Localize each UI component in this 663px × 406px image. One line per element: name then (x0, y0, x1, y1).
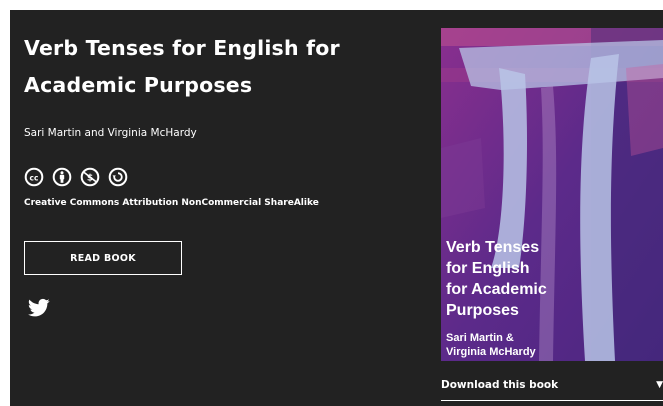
license-text: Creative Commons Attribution NonCommerci… (24, 198, 319, 208)
noncommercial-icon: $ (80, 167, 100, 187)
read-book-button[interactable]: READ BOOK (24, 241, 182, 275)
twitter-icon[interactable] (28, 298, 50, 318)
download-label: Download this book (441, 379, 559, 391)
book-authors: Sari Martin and Virginia McHardy (24, 127, 197, 139)
attribution-icon (52, 167, 72, 187)
book-cover: Verb Tenses for English for Academic Pur… (441, 28, 663, 361)
chevron-down-icon: ▼ (656, 380, 663, 390)
license-icons: cc $ (24, 167, 128, 187)
cover-authors: Sari Martin & Virginia McHardy (446, 332, 536, 358)
download-dropdown[interactable]: Download this book ▼ (441, 370, 663, 401)
svg-text:cc: cc (30, 173, 39, 182)
book-title: Verb Tenses for English for Academic Pur… (24, 36, 340, 97)
book-hero: Verb Tenses for English for Academic Pur… (10, 10, 663, 406)
cc-icon: cc (24, 167, 44, 187)
sharealike-icon (108, 167, 128, 187)
cover-title: Verb Tenses for English for Academic Pur… (446, 239, 547, 319)
